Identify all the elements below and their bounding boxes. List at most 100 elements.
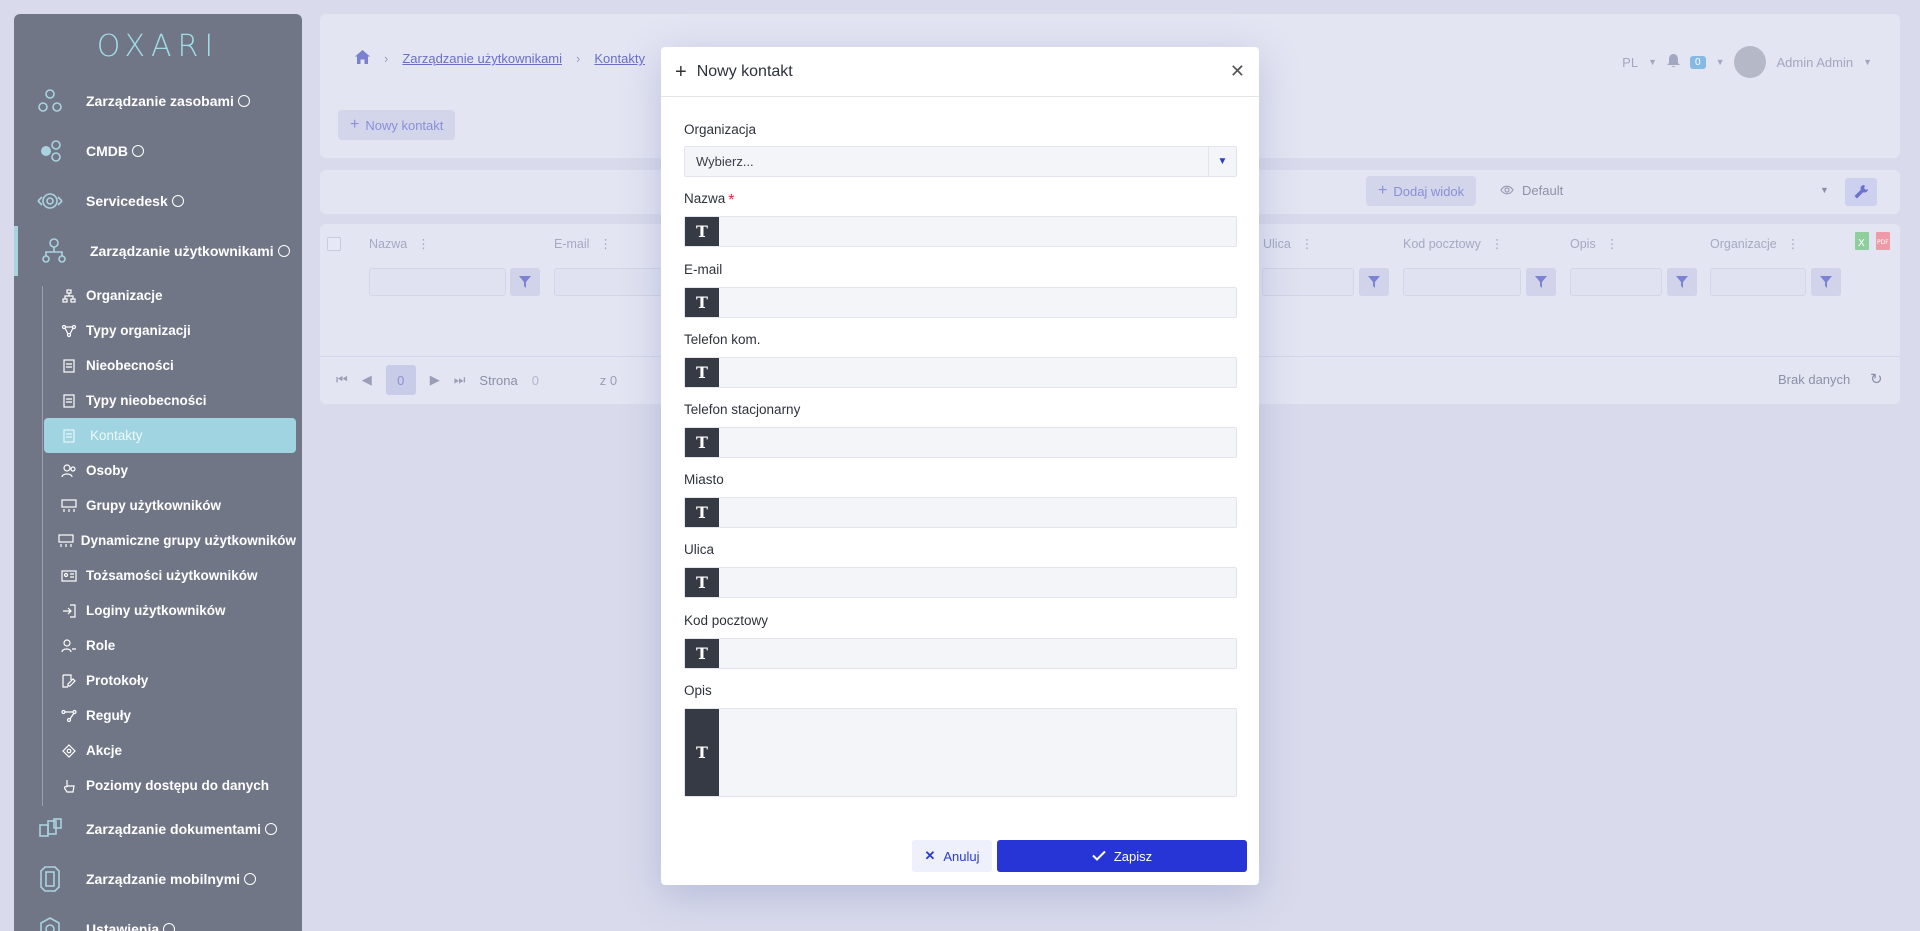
filter-input-kod[interactable] bbox=[1403, 268, 1521, 296]
sidebar-item-loginy[interactable]: Loginy użytkowników bbox=[44, 593, 296, 628]
filter-input-organizacje[interactable] bbox=[1710, 268, 1806, 296]
wrench-icon[interactable] bbox=[1845, 178, 1877, 206]
mobile-phone-field[interactable]: T bbox=[684, 357, 1237, 388]
persons-icon bbox=[44, 463, 86, 478]
next-page-icon[interactable]: ▶ bbox=[430, 372, 440, 388]
sidebar-item-label: Dynamiczne grupy użytkowników bbox=[80, 533, 296, 548]
sidebar-item-dynamiczne-grupy[interactable]: Dynamiczne grupy użytkowników bbox=[44, 523, 296, 558]
sidebar-item-nieobecnosci[interactable]: Nieobecności bbox=[44, 348, 296, 383]
nav-item-cmdb[interactable]: CMDB bbox=[14, 126, 302, 176]
kebab-icon[interactable]: ⋮ bbox=[1787, 236, 1800, 251]
sidebar-item-label: Typy organizacji bbox=[86, 323, 191, 338]
filter-icon[interactable] bbox=[1359, 268, 1389, 296]
sidebar-item-label: Reguły bbox=[86, 708, 132, 723]
column-header-kod[interactable]: Kod pocztowy ⋮ bbox=[1403, 236, 1504, 252]
sidebar-item-kontakty[interactable]: Kontakty bbox=[44, 418, 296, 453]
kebab-icon[interactable]: ⋮ bbox=[417, 236, 430, 251]
filter-icon[interactable] bbox=[510, 268, 540, 296]
add-view-button[interactable]: + Dodaj widok bbox=[1366, 176, 1477, 206]
sidebar-item-osoby[interactable]: Osoby bbox=[44, 453, 296, 488]
column-header-nazwa[interactable]: Nazwa ⋮ bbox=[369, 236, 430, 252]
filter-input-email[interactable] bbox=[554, 268, 664, 296]
pager: ⏮ ◀ 0 ▶ ⏭ Strona 0 z 0 bbox=[336, 365, 617, 395]
last-page-icon[interactable]: ⏭ bbox=[454, 372, 466, 388]
sidebar-item-label: Tożsamości użytkowników bbox=[86, 568, 258, 583]
page-input[interactable]: 0 bbox=[532, 373, 586, 388]
filter-input-nazwa[interactable] bbox=[369, 268, 506, 296]
nav-item-document-management[interactable]: Zarządzanie dokumentami bbox=[14, 804, 302, 854]
close-icon[interactable]: ✕ bbox=[1230, 61, 1245, 82]
excel-export-icon[interactable]: X bbox=[1855, 232, 1869, 253]
sidebar-item-typy-nieobecnosci[interactable]: Typy nieobecności bbox=[44, 383, 296, 418]
sidebar-item-tozsamosci[interactable]: Tożsamości użytkowników bbox=[44, 558, 296, 593]
select-all-checkbox[interactable] bbox=[327, 237, 341, 251]
sidebar-item-typy-organizacji[interactable]: Typy organizacji bbox=[44, 313, 296, 348]
kebab-icon[interactable]: ⋮ bbox=[1301, 236, 1314, 251]
street-field[interactable]: T bbox=[684, 567, 1237, 598]
filter-icon[interactable] bbox=[1526, 268, 1556, 296]
new-contact-button[interactable]: + Nowy kontakt bbox=[338, 110, 456, 140]
first-page-icon[interactable]: ⏮ bbox=[336, 372, 348, 388]
kebab-icon[interactable]: ⋮ bbox=[599, 236, 612, 251]
description-textarea[interactable]: T bbox=[684, 708, 1237, 797]
breadcrumb-link-user-management[interactable]: Zarządzanie użytkownikami bbox=[402, 51, 562, 66]
email-field[interactable]: T bbox=[684, 287, 1237, 318]
sidebar-item-organizacje[interactable]: Organizacje bbox=[44, 278, 296, 313]
nav-item-label: Zarządzanie użytkownikami bbox=[90, 243, 274, 259]
sidebar-item-protokoly[interactable]: Protokoły bbox=[44, 663, 296, 698]
nav-item-label: CMDB bbox=[86, 143, 128, 159]
filter-icon[interactable] bbox=[1811, 268, 1841, 296]
nav-item-servicedesk[interactable]: Servicedesk bbox=[14, 176, 302, 226]
kebab-icon[interactable]: ⋮ bbox=[1606, 236, 1619, 251]
column-header-organizacje[interactable]: Organizacje ⋮ bbox=[1710, 236, 1800, 252]
filter-icon[interactable] bbox=[1667, 268, 1697, 296]
prev-page-icon[interactable]: ◀ bbox=[362, 372, 372, 388]
sidebar-item-label: Poziomy dostępu do danych bbox=[86, 778, 270, 793]
view-select[interactable]: Default bbox=[1500, 183, 1563, 198]
breadcrumb-link-contacts[interactable]: Kontakty bbox=[594, 51, 645, 66]
text-type-icon: T bbox=[685, 568, 719, 597]
city-field[interactable]: T bbox=[684, 497, 1237, 528]
dialog-header: + Nowy kontakt ✕ bbox=[661, 47, 1259, 97]
info-icon bbox=[132, 145, 144, 157]
bell-icon[interactable] bbox=[1667, 53, 1680, 71]
chevron-down-icon[interactable]: ▼ bbox=[1208, 147, 1236, 176]
avatar[interactable] bbox=[1734, 46, 1767, 78]
kebab-icon[interactable]: ⋮ bbox=[1491, 236, 1504, 251]
login-icon bbox=[44, 603, 86, 618]
pdf-export-icon[interactable]: PDF bbox=[1876, 232, 1890, 253]
user-name[interactable]: Admin Admin bbox=[1776, 55, 1853, 70]
role-icon bbox=[44, 638, 86, 653]
cancel-button[interactable]: ✕ Anuluj bbox=[912, 840, 992, 872]
filter-input-ulica[interactable] bbox=[1262, 268, 1354, 296]
column-header-ulica[interactable]: Ulica ⋮ bbox=[1263, 236, 1314, 252]
save-button[interactable]: Zapisz bbox=[997, 840, 1247, 872]
current-page[interactable]: 0 bbox=[385, 365, 416, 395]
nav-item-user-management[interactable]: Zarządzanie użytkownikami bbox=[14, 226, 302, 276]
sidebar-item-grupy-uzytkownikow[interactable]: Grupy użytkowników bbox=[44, 488, 296, 523]
nav-item-mobile-management[interactable]: Zarządzanie mobilnymi bbox=[14, 854, 302, 904]
chevron-down-icon[interactable]: ▼ bbox=[1820, 185, 1829, 195]
nav-item-asset-management[interactable]: Zarządzanie zasobami bbox=[14, 76, 302, 126]
chevron-right-icon: › bbox=[384, 51, 389, 66]
sidebar-item-poziomy-dostepu[interactable]: Poziomy dostępu do danych bbox=[44, 768, 296, 803]
name-field[interactable]: T bbox=[684, 216, 1237, 247]
landline-phone-field[interactable]: T bbox=[684, 427, 1237, 458]
sidebar-item-reguly[interactable]: Reguły bbox=[44, 698, 296, 733]
info-icon bbox=[171, 195, 184, 207]
column-header-opis[interactable]: Opis ⋮ bbox=[1570, 236, 1619, 252]
sidebar-item-role[interactable]: Role bbox=[44, 628, 296, 663]
sidebar-item-akcje[interactable]: Akcje bbox=[44, 733, 296, 768]
refresh-icon[interactable]: ↻ bbox=[1870, 370, 1883, 388]
postal-code-field[interactable]: T bbox=[684, 638, 1237, 669]
app-logo[interactable]: OXARI bbox=[14, 14, 302, 74]
language-select[interactable]: PL bbox=[1622, 55, 1638, 70]
home-icon[interactable] bbox=[355, 50, 370, 67]
filter-input-opis[interactable] bbox=[1570, 268, 1662, 296]
plus-icon: + bbox=[1378, 182, 1388, 199]
nav-item-settings[interactable]: Ustawienia bbox=[14, 904, 302, 931]
organization-value: Wybierz... bbox=[696, 154, 754, 169]
organization-select[interactable]: Wybierz... ▼ bbox=[684, 146, 1237, 177]
column-header-email[interactable]: E-mail ⋮ bbox=[554, 236, 612, 252]
document-icon bbox=[44, 358, 86, 373]
